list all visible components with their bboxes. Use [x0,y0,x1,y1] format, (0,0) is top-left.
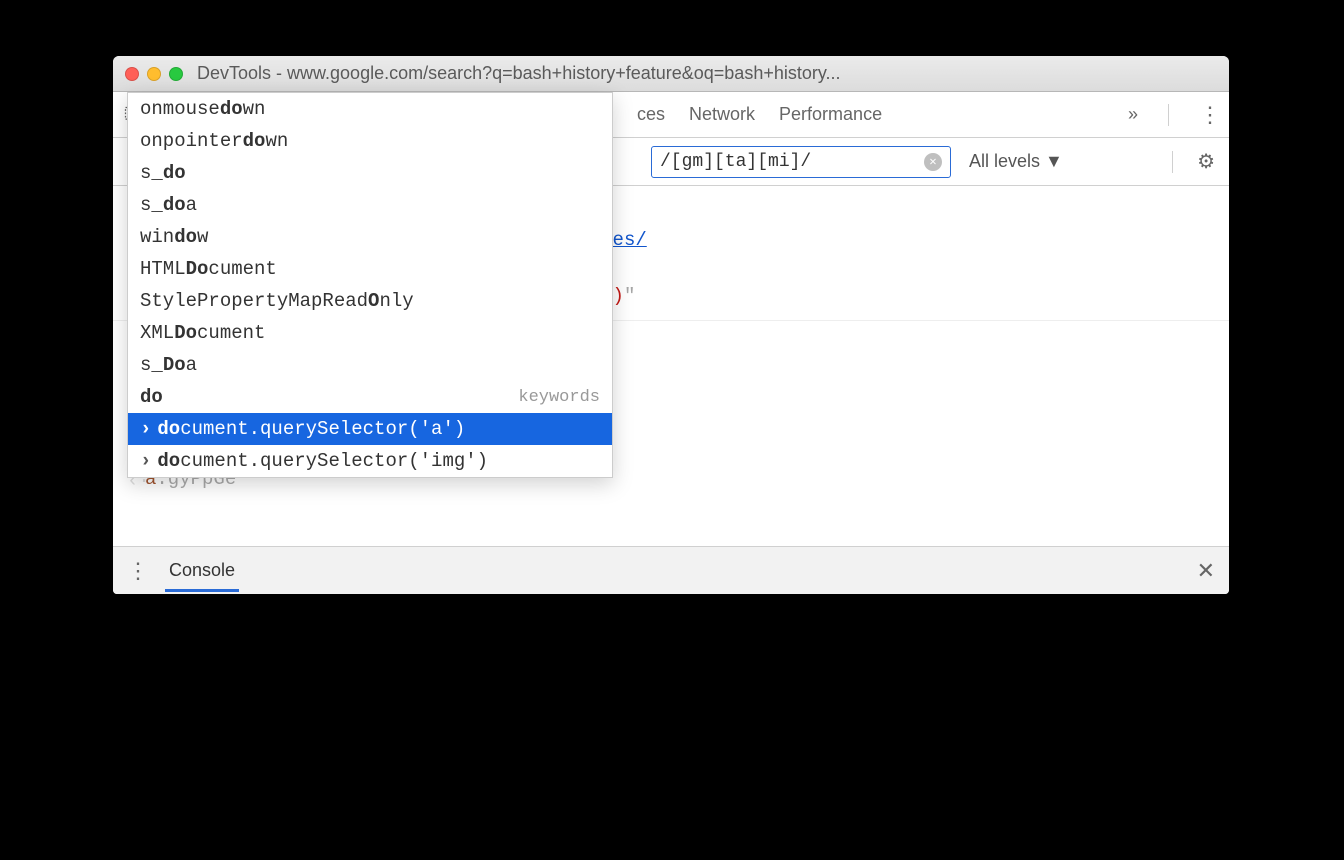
zoom-window-button[interactable] [169,67,183,81]
console-output: › ‹· … irthday " height="33" src="/logos… [113,186,1229,546]
drawer-tab-console[interactable]: Console [165,550,239,592]
autocomplete-item[interactable]: onmousedown [128,93,612,125]
filter-value: /[gm][ta][mi]/ [660,152,811,172]
tabs-overflow-button[interactable]: » [1128,104,1138,125]
autocomplete-item[interactable]: dokeywords [128,381,612,413]
autocomplete-item[interactable]: XMLDocument [128,317,612,349]
clear-filter-button[interactable]: ✕ [924,153,942,171]
divider [1172,151,1173,173]
console-filter-input[interactable]: /[gm][ta][mi]/ ✕ [651,146,951,178]
history-chevron-icon: › [140,450,151,472]
minimize-window-button[interactable] [147,67,161,81]
history-chevron-icon: › [140,418,151,440]
log-levels-dropdown[interactable]: All levels ▼ [969,151,1063,172]
console-settings-button[interactable]: ⚙ [1197,149,1215,174]
devtools-menu-button[interactable]: ⋮ [1199,104,1219,126]
tab-sources-partial[interactable]: ces [637,104,665,125]
autocomplete-hint: keywords [518,388,600,407]
autocomplete-item[interactable]: StylePropertyMapReadOnly [128,285,612,317]
autocomplete-item[interactable]: ›document.querySelector('a') [128,413,612,445]
titlebar: DevTools - www.google.com/search?q=bash+… [113,56,1229,92]
tab-performance[interactable]: Performance [779,104,882,125]
divider [1168,104,1169,126]
autocomplete-popover: onmousedownonpointerdowns_dos_doawindowH… [127,92,613,478]
console-drawer: ⋮ Console ✕ [113,546,1229,594]
autocomplete-item[interactable]: s_do [128,157,612,189]
tab-network[interactable]: Network [689,104,755,125]
window-title: DevTools - www.google.com/search?q=bash+… [197,63,1217,84]
window-controls [125,67,183,81]
autocomplete-item[interactable]: s_doa [128,189,612,221]
devtools-window: DevTools - www.google.com/search?q=bash+… [113,56,1229,594]
autocomplete-item[interactable]: s_Doa [128,349,612,381]
close-window-button[interactable] [125,67,139,81]
drawer-menu-button[interactable]: ⋮ [127,560,147,582]
close-drawer-button[interactable]: ✕ [1197,558,1215,584]
autocomplete-item[interactable]: onpointerdown [128,125,612,157]
autocomplete-item[interactable]: HTMLDocument [128,253,612,285]
autocomplete-item[interactable]: ›document.querySelector('img') [128,445,612,477]
autocomplete-item[interactable]: window [128,221,612,253]
